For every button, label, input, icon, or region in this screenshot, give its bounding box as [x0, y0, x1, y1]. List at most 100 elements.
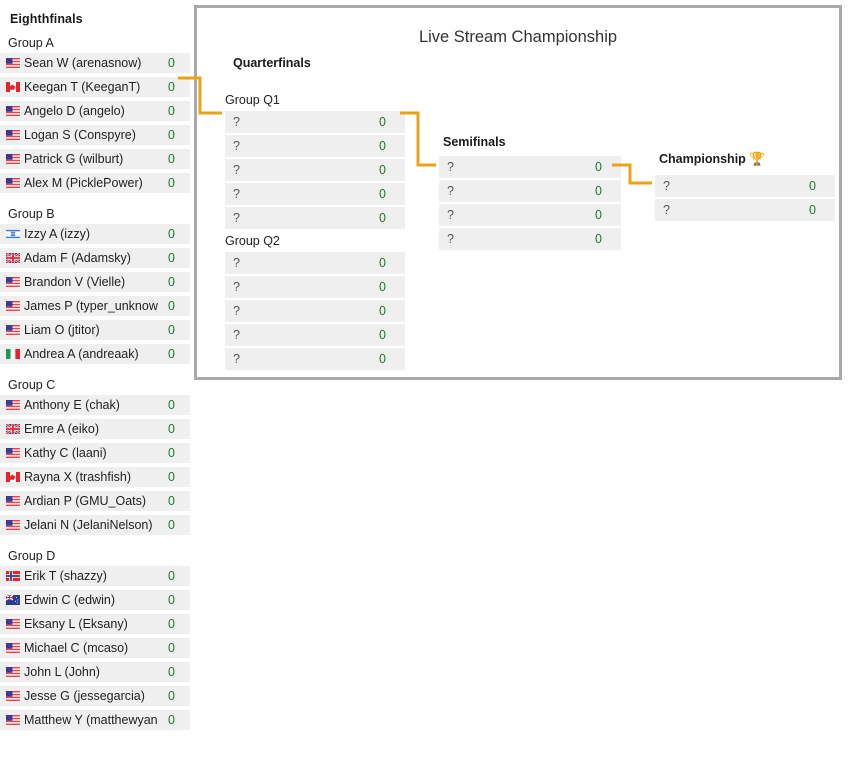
us-flag-icon	[6, 448, 20, 458]
semifinal-row[interactable]: ? 0	[439, 156, 621, 178]
player-name: Matthew Y (matthewyan	[24, 713, 158, 727]
semifinal-row[interactable]: ? 0	[439, 180, 621, 202]
quarterfinal-row[interactable]: ? 0	[225, 207, 405, 229]
quarterfinal-row[interactable]: ? 0	[225, 159, 405, 181]
semifinals-stage-title: Semifinals	[443, 135, 506, 149]
slot-name: ?	[663, 203, 670, 217]
player-score: 0	[168, 422, 175, 436]
us-flag-icon	[6, 130, 20, 140]
player-name: Anthony E (chak)	[24, 398, 120, 412]
slot-name: ?	[233, 352, 240, 366]
quarterfinal-row[interactable]: ? 0	[225, 135, 405, 157]
us-flag-icon	[6, 301, 20, 311]
player-row[interactable]: Adam F (Adamsky) 0	[0, 248, 190, 268]
player-row[interactable]: Erik T (shazzy) 0	[0, 566, 190, 586]
player-row[interactable]: Eksany L (Eksany) 0	[0, 614, 190, 634]
player-score: 0	[168, 593, 175, 607]
semifinal-row[interactable]: ? 0	[439, 228, 621, 250]
us-flag-icon	[6, 715, 20, 725]
player-name: Alex M (PicklePower)	[24, 176, 143, 190]
gb-flag-icon	[6, 424, 20, 434]
player-row[interactable]: Andrea A (andreaak) 0	[0, 344, 190, 364]
championship-row[interactable]: ? 0	[655, 175, 835, 197]
player-row[interactable]: Angelo D (angelo) 0	[0, 101, 190, 121]
player-row[interactable]: Liam O (jtitor) 0	[0, 320, 190, 340]
semifinal-row[interactable]: ? 0	[439, 204, 621, 226]
slot-score: 0	[379, 256, 386, 270]
tournament-bracket-page: Eighthfinals Group A Sean W (arenasnow) 0 K…	[0, 0, 850, 764]
us-flag-icon	[6, 520, 20, 530]
trophy-icon: 🏆	[749, 151, 766, 166]
us-flag-icon	[6, 667, 20, 677]
group-block: Sean W (arenasnow) 0 Keegan T (KeeganT) 0 An…	[0, 53, 190, 193]
us-flag-icon	[6, 178, 20, 188]
quarterfinal-row[interactable]: ? 0	[225, 111, 405, 133]
quarterfinal-row[interactable]: ? 0	[225, 300, 405, 322]
slot-score: 0	[809, 179, 816, 193]
player-row[interactable]: Edwin C (edwin) 0	[0, 590, 190, 610]
championship-row[interactable]: ? 0	[655, 199, 835, 221]
slot-name: ?	[233, 115, 240, 129]
player-name: Emre A (eiko)	[24, 422, 100, 436]
player-name: Izzy A (izzy)	[24, 227, 90, 241]
group-block: Izzy A (izzy) 0 Adam F (Adamsky) 0 Brandon V…	[0, 224, 190, 364]
us-flag-icon	[6, 325, 20, 335]
player-row[interactable]: Brandon V (Vielle) 0	[0, 272, 190, 292]
player-name: Andrea A (andreaak)	[24, 347, 139, 361]
semifinals-block: ? 0? 0? 0? 0	[439, 156, 621, 252]
quarterfinal-row[interactable]: ? 0	[225, 252, 405, 274]
player-row[interactable]: Sean W (arenasnow) 0	[0, 53, 190, 73]
championship-label: Championship	[659, 152, 746, 166]
player-score: 0	[168, 176, 175, 190]
player-score: 0	[168, 56, 175, 70]
player-name: Erik T (shazzy)	[24, 569, 107, 583]
player-row[interactable]: John L (John) 0	[0, 662, 190, 682]
group-block: Anthony E (chak) 0 Emre A (eiko) 0 Kathy C (…	[0, 395, 190, 535]
player-name: James P (typer_unknow	[24, 299, 158, 313]
player-score: 0	[168, 641, 175, 655]
player-row[interactable]: Alex M (PicklePower) 0	[0, 173, 190, 193]
group-label: Group B	[8, 207, 55, 221]
player-row[interactable]: Michael C (mcaso) 0	[0, 638, 190, 658]
quarterfinal-row[interactable]: ? 0	[225, 348, 405, 370]
us-flag-icon	[6, 643, 20, 653]
player-score: 0	[168, 227, 175, 241]
championship-stage-title: Championship 🏆	[659, 151, 765, 167]
slot-score: 0	[809, 203, 816, 217]
us-flag-icon	[6, 277, 20, 287]
player-name: Kathy C (laani)	[24, 446, 107, 460]
player-row[interactable]: Ardian P (GMU_Oats) 0	[0, 491, 190, 511]
player-row[interactable]: Kathy C (laani) 0	[0, 443, 190, 463]
player-score: 0	[168, 251, 175, 265]
slot-name: ?	[663, 179, 670, 193]
player-row[interactable]: Keegan T (KeeganT) 0	[0, 77, 190, 97]
player-row[interactable]: James P (typer_unknow 0	[0, 296, 190, 316]
player-name: Brandon V (Vielle)	[24, 275, 126, 289]
player-row[interactable]: Rayna X (trashfish) 0	[0, 467, 190, 487]
bracket-panel: Live Stream Championship Quarterfinals G…	[194, 5, 842, 380]
player-row[interactable]: Patrick G (wilburt) 0	[0, 149, 190, 169]
eighthfinals-stage-title: Eighthfinals	[10, 12, 83, 26]
player-name: Logan S (Conspyre)	[24, 128, 136, 142]
slot-score: 0	[379, 328, 386, 342]
player-name: Jelani N (JelaniNelson)	[24, 518, 153, 532]
eighthfinals-groups: Group A Sean W (arenasnow) 0 Keegan T (Keeg…	[0, 26, 190, 730]
player-row[interactable]: Jelani N (JelaniNelson) 0	[0, 515, 190, 535]
slot-score: 0	[379, 187, 386, 201]
slot-score: 0	[595, 232, 602, 246]
us-flag-icon	[6, 106, 20, 116]
slot-score: 0	[595, 160, 602, 174]
player-name: Ardian P (GMU_Oats)	[24, 494, 147, 508]
player-row[interactable]: Emre A (eiko) 0	[0, 419, 190, 439]
player-row[interactable]: Anthony E (chak) 0	[0, 395, 190, 415]
quarterfinal-row[interactable]: ? 0	[225, 183, 405, 205]
slot-name: ?	[447, 208, 454, 222]
player-row[interactable]: Matthew Y (matthewyan 0	[0, 710, 190, 730]
player-row[interactable]: Logan S (Conspyre) 0	[0, 125, 190, 145]
slot-name: ?	[447, 160, 454, 174]
player-name: John L (John)	[24, 665, 100, 679]
player-row[interactable]: Jesse G (jessegarcia) 0	[0, 686, 190, 706]
quarterfinal-row[interactable]: ? 0	[225, 324, 405, 346]
quarterfinal-row[interactable]: ? 0	[225, 276, 405, 298]
player-row[interactable]: Izzy A (izzy) 0	[0, 224, 190, 244]
